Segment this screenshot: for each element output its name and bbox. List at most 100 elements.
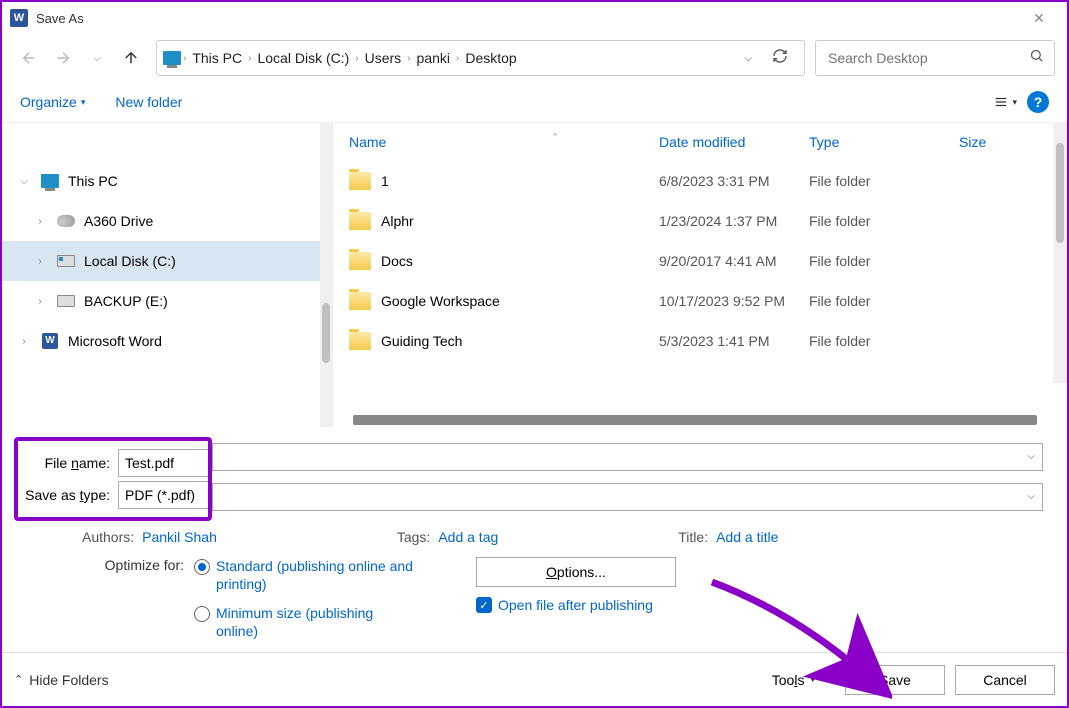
- file-date: 10/17/2023 9:52 PM: [659, 293, 809, 309]
- tree-item-this-pc[interactable]: ⌵ This PC: [2, 161, 332, 201]
- radio-icon[interactable]: [194, 606, 210, 622]
- file-type: File folder: [809, 293, 959, 309]
- titlebar: W Save As ✕: [2, 2, 1067, 34]
- help-button[interactable]: ?: [1027, 91, 1049, 113]
- expand-icon[interactable]: ⌵: [16, 176, 32, 187]
- disk-icon: [57, 255, 75, 267]
- column-size[interactable]: Size: [959, 134, 1039, 150]
- folder-icon: [349, 292, 371, 310]
- file-type: File folder: [809, 333, 959, 349]
- tags-value[interactable]: Add a tag: [438, 529, 498, 545]
- file-date: 6/8/2023 3:31 PM: [659, 173, 809, 189]
- filetype-input-left[interactable]: [118, 481, 208, 509]
- open-after-checkbox[interactable]: ✓ Open file after publishing: [476, 597, 653, 613]
- authors-value[interactable]: Pankil Shah: [142, 529, 217, 545]
- close-button[interactable]: ✕: [1019, 4, 1059, 32]
- word-app-icon: W: [10, 9, 28, 27]
- search-box[interactable]: [815, 40, 1055, 76]
- highlight-annotation: File name: Save as type:: [14, 437, 212, 521]
- breadcrumb-item[interactable]: Desktop: [461, 50, 520, 66]
- optimize-label: Optimize for:: [14, 557, 194, 573]
- file-row[interactable]: Docs 9/20/2017 4:41 AM File folder: [333, 241, 1067, 281]
- view-menu[interactable]: ▾: [993, 95, 1017, 109]
- navigation-tree[interactable]: ⌵ This PC › A360 Drive › Local Disk (C:)…: [2, 123, 332, 427]
- title-value[interactable]: Add a title: [716, 529, 778, 545]
- new-folder-button[interactable]: New folder: [115, 94, 182, 110]
- file-name: 1: [381, 173, 389, 189]
- column-date[interactable]: Date modified: [659, 134, 809, 150]
- filetype-label: Save as type:: [18, 487, 118, 503]
- expand-icon[interactable]: ›: [32, 296, 48, 307]
- breadcrumb-item[interactable]: panki: [413, 50, 454, 66]
- radio-icon[interactable]: [194, 559, 210, 575]
- address-bar[interactable]: › This PC › Local Disk (C:) › Users › pa…: [156, 40, 805, 76]
- filelist-scrollbar[interactable]: [1053, 123, 1067, 383]
- column-headers[interactable]: Name⌃ Date modified Type Size: [333, 123, 1067, 161]
- address-dropdown[interactable]: ⌵: [734, 53, 762, 64]
- recent-dropdown[interactable]: ⌵: [82, 43, 112, 73]
- save-button[interactable]: Save: [845, 665, 945, 695]
- file-row[interactable]: Guiding Tech 5/3/2023 1:41 PM File folde…: [333, 321, 1067, 361]
- radio-standard[interactable]: Standard (publishing online and printing…: [194, 557, 416, 593]
- radio-minimum[interactable]: Minimum size (publishing online): [194, 604, 416, 640]
- filetype-select[interactable]: [212, 483, 1043, 511]
- hide-folders-button[interactable]: ⌃ Hide Folders: [14, 672, 109, 688]
- cancel-button[interactable]: Cancel: [955, 665, 1055, 695]
- save-options-panel: File name: Save as type: ⌵ ⌵: [2, 427, 1067, 652]
- refresh-button[interactable]: [762, 48, 798, 69]
- tags-label: Tags:: [397, 529, 430, 545]
- file-date: 9/20/2017 4:41 AM: [659, 253, 809, 269]
- forward-button[interactable]: [48, 43, 78, 73]
- expand-icon[interactable]: ›: [32, 216, 48, 227]
- search-input[interactable]: [826, 49, 1029, 67]
- search-icon[interactable]: [1029, 48, 1044, 68]
- file-type: File folder: [809, 173, 959, 189]
- title-label: Title:: [678, 529, 708, 545]
- filename-label: File name:: [18, 455, 118, 471]
- breadcrumb-item[interactable]: Local Disk (C:): [253, 50, 353, 66]
- tree-item-local-disk-c[interactable]: › Local Disk (C:): [2, 241, 332, 281]
- file-date: 1/23/2024 1:37 PM: [659, 213, 809, 229]
- file-row[interactable]: 1 6/8/2023 3:31 PM File folder: [333, 161, 1067, 201]
- content-area: ⌵ This PC › A360 Drive › Local Disk (C:)…: [2, 122, 1067, 427]
- metadata-row: Authors: Pankil Shah Tags: Add a tag Tit…: [14, 521, 1055, 551]
- filename-input-left[interactable]: [118, 449, 208, 477]
- folder-icon: [349, 332, 371, 350]
- options-button[interactable]: Options...: [476, 557, 676, 587]
- column-type[interactable]: Type: [809, 134, 959, 150]
- word-icon: W: [42, 333, 58, 349]
- window-title: Save As: [36, 11, 84, 26]
- folder-icon: [349, 252, 371, 270]
- tree-item-backup-e[interactable]: › BACKUP (E:): [2, 281, 332, 321]
- file-list: Name⌃ Date modified Type Size 1 6/8/2023…: [332, 123, 1067, 427]
- filelist-hscrollbar[interactable]: [353, 415, 1037, 425]
- expand-icon[interactable]: ›: [16, 336, 32, 347]
- navigation-bar: ⌵ › This PC › Local Disk (C:) › Users › …: [2, 34, 1067, 82]
- file-name: Alphr: [381, 213, 414, 229]
- chevron-up-icon: ⌃: [14, 673, 23, 686]
- breadcrumb-item[interactable]: Users: [361, 50, 406, 66]
- tree-scrollbar[interactable]: [320, 123, 332, 427]
- up-button[interactable]: [116, 43, 146, 73]
- column-name[interactable]: Name⌃: [349, 134, 659, 150]
- expand-icon[interactable]: ›: [32, 256, 48, 267]
- filename-input[interactable]: [212, 443, 1043, 471]
- back-button[interactable]: [14, 43, 44, 73]
- organize-menu[interactable]: Organize ▾: [20, 94, 85, 110]
- tree-item-a360[interactable]: › A360 Drive: [2, 201, 332, 241]
- tree-item-msword[interactable]: › W Microsoft Word: [2, 321, 332, 361]
- file-date: 5/3/2023 1:41 PM: [659, 333, 809, 349]
- folder-icon: [349, 172, 371, 190]
- file-row[interactable]: Alphr 1/23/2024 1:37 PM File folder: [333, 201, 1067, 241]
- checkbox-icon[interactable]: ✓: [476, 597, 492, 613]
- disk-icon: [57, 295, 75, 307]
- file-row[interactable]: Google Workspace 10/17/2023 9:52 PM File…: [333, 281, 1067, 321]
- pc-icon: [163, 51, 181, 65]
- save-as-dialog: W Save As ✕ ⌵ › This PC › Local Disk (C:…: [0, 0, 1069, 708]
- file-type: File folder: [809, 253, 959, 269]
- breadcrumb-item[interactable]: This PC: [188, 50, 246, 66]
- file-type: File folder: [809, 213, 959, 229]
- folder-icon: [349, 212, 371, 230]
- tools-menu[interactable]: Tools ▾: [772, 672, 815, 688]
- file-name: Guiding Tech: [381, 333, 462, 349]
